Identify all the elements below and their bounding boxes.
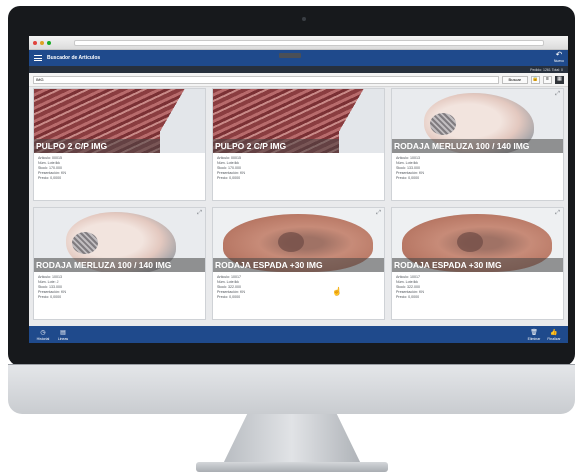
search-button[interactable]: Buscar bbox=[501, 75, 528, 84]
back-arrow-icon: ↶ bbox=[555, 50, 563, 59]
product-name: RODAJA MERLUZA 100 / 140 IMG bbox=[34, 258, 205, 272]
product-precio: Precio: 0,0000 bbox=[38, 295, 62, 299]
search-input[interactable] bbox=[33, 75, 499, 84]
maximize-window-icon[interactable] bbox=[47, 40, 51, 45]
new-button-label: Nuevo bbox=[553, 59, 564, 63]
product-precio: Precio: 0,0000 bbox=[396, 295, 420, 299]
camera-dot bbox=[302, 17, 306, 21]
expand-icon[interactable]: ⤢ bbox=[376, 210, 381, 217]
product-name: RODAJA ESPADA +30 IMG bbox=[213, 258, 384, 272]
clock-icon: ◷ bbox=[40, 329, 46, 336]
lock-icon[interactable]: 🔒 bbox=[531, 75, 540, 84]
product-card[interactable]: ⤢ RODAJA MERLUZA 100 / 140 IMG Articulo: 1… bbox=[33, 207, 206, 320]
product-precio: Precio: 0,0000 bbox=[217, 176, 241, 180]
expand-icon[interactable]: ⤢ bbox=[376, 91, 381, 98]
expand-icon[interactable]: ⤢ bbox=[197, 91, 202, 98]
history-button[interactable]: ◷ Historial bbox=[33, 329, 53, 341]
lines-label: Lineas bbox=[57, 336, 69, 341]
grid-view-icon[interactable]: ▦ bbox=[555, 75, 564, 84]
monitor-stand bbox=[222, 414, 362, 466]
app-title: Buscador de Articulos bbox=[47, 55, 101, 61]
product-card[interactable]: ⤢ RODAJA ESPADA +30 IMG Articulo: 10017 Núm… bbox=[391, 207, 564, 320]
product-precio: Precio: 0,0000 bbox=[38, 176, 62, 180]
product-name: PULPO 2 C/P IMG bbox=[34, 139, 205, 153]
minimize-window-icon[interactable] bbox=[40, 40, 44, 45]
product-card[interactable]: ⤢ PULPO 2 C/P IMG Articulo: 00015 Núm. Lote… bbox=[33, 88, 206, 201]
product-card[interactable]: ⤢ RODAJA ESPADA +30 IMG Articulo: 10017 Núm… bbox=[212, 207, 385, 320]
product-details: Articulo: 10013 Núm. Lote: J Stock: 133.00… bbox=[34, 272, 205, 303]
product-image[interactable]: ⤢ RODAJA ESPADA +30 IMG bbox=[392, 208, 563, 272]
history-label: Historial bbox=[36, 336, 50, 341]
lines-button[interactable]: ▤ Lineas bbox=[53, 329, 73, 341]
delete-button[interactable]: 🗑 Eliminar bbox=[524, 329, 544, 341]
expand-icon[interactable]: ⤢ bbox=[197, 210, 202, 217]
bottom-toolbar: ◷ Historial ▤ Lineas 🗑 Eliminar 👍 Finali… bbox=[29, 326, 568, 343]
address-bar[interactable] bbox=[74, 39, 544, 46]
close-window-icon[interactable] bbox=[33, 40, 37, 45]
product-precio: Precio: 0,0000 bbox=[396, 176, 420, 180]
product-image[interactable]: ⤢ PULPO 2 C/P IMG bbox=[213, 89, 384, 153]
expand-icon[interactable]: ⤢ bbox=[555, 210, 560, 217]
monitor-stand-base bbox=[196, 462, 388, 472]
trash-icon: 🗑 bbox=[530, 329, 538, 336]
app-header: Buscador de Articulos ↶ Nuevo bbox=[29, 50, 568, 66]
order-info: Pedido: 1261 Total: 0 bbox=[530, 67, 563, 72]
thumbs-up-icon: 👍 bbox=[550, 329, 558, 336]
table-icon: ▤ bbox=[60, 329, 66, 336]
product-precio: Precio: 0,0000 bbox=[217, 295, 241, 299]
finish-button[interactable]: 👍 Finalizar bbox=[544, 329, 564, 341]
product-image[interactable]: ⤢ RODAJA MERLUZA 100 / 140 IMG bbox=[392, 89, 563, 153]
product-card[interactable]: ⤢ RODAJA MERLUZA 100 / 140 IMG Articulo: 1… bbox=[391, 88, 564, 201]
product-grid: ⤢ PULPO 2 C/P IMG Articulo: 00015 Núm. Lote… bbox=[33, 88, 564, 320]
product-details: Articulo: 00015 Núm. Lote:lkk Stock: 170.0… bbox=[34, 153, 205, 184]
monitor-chin bbox=[8, 364, 575, 414]
product-name: RODAJA ESPADA +30 IMG bbox=[392, 258, 563, 272]
imac-mockup: Buscador de Articulos ↶ Nuevo Pedido: 12… bbox=[0, 0, 575, 475]
menu-icon[interactable] bbox=[34, 55, 42, 61]
browser-chrome bbox=[29, 36, 568, 50]
finish-label: Finalizar bbox=[547, 336, 561, 341]
product-image[interactable]: ⤢ RODAJA ESPADA +30 IMG bbox=[213, 208, 384, 272]
pull-tab[interactable] bbox=[279, 53, 301, 58]
screen: Buscador de Articulos ↶ Nuevo Pedido: 12… bbox=[29, 36, 568, 343]
product-image[interactable]: ⤢ PULPO 2 C/P IMG bbox=[34, 89, 205, 153]
product-details: Articulo: 10013 Núm. Lote:lkk Stock: 133.0… bbox=[392, 153, 563, 184]
hand-cursor-icon: ☝ bbox=[332, 287, 342, 296]
expand-icon[interactable]: ⤢ bbox=[555, 91, 560, 98]
product-details: Articulo: 10017 Núm. Lote:lkk Stock: 322.0… bbox=[392, 272, 563, 303]
product-name: PULPO 2 C/P IMG bbox=[213, 139, 384, 153]
delete-label: Eliminar bbox=[527, 336, 541, 341]
product-card[interactable]: ⤢ PULPO 2 C/P IMG Articulo: 00015 Núm. Lote… bbox=[212, 88, 385, 201]
product-name: RODAJA MERLUZA 100 / 140 IMG bbox=[392, 139, 563, 153]
status-bar: Pedido: 1261 Total: 0 bbox=[29, 66, 568, 73]
product-details: Articulo: 00015 Núm. Lote:lkk Stock: 170.0… bbox=[213, 153, 384, 184]
product-details: Articulo: 10017 Núm. Lote:lkk Stock: 322.0… bbox=[213, 272, 384, 303]
search-row: Buscar 🔒 ≡ ▦ bbox=[29, 73, 568, 87]
product-image[interactable]: ⤢ RODAJA MERLUZA 100 / 140 IMG bbox=[34, 208, 205, 272]
new-button[interactable]: ↶ Nuevo bbox=[553, 50, 564, 64]
list-view-icon[interactable]: ≡ bbox=[543, 75, 552, 84]
